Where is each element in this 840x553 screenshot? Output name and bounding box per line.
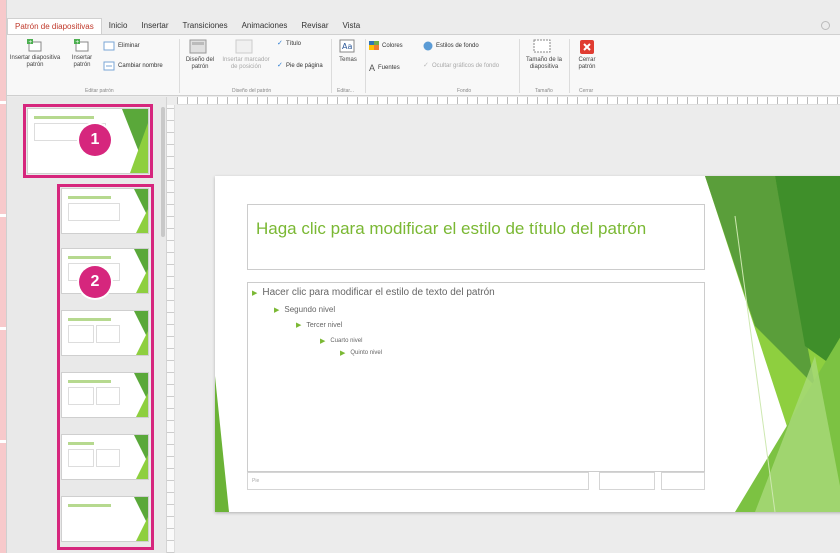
level-4-text: ▶ Cuarto nivel xyxy=(320,338,363,345)
svg-text:Aa: Aa xyxy=(342,42,352,51)
footer-placeholder[interactable]: Pie xyxy=(247,472,589,490)
tab-revisar[interactable]: Revisar xyxy=(294,18,335,34)
close-master-view-label: Cerrar patrón xyxy=(578,57,596,70)
vertical-ruler xyxy=(167,105,175,553)
delete-label: Eliminar xyxy=(118,43,140,49)
ribbon-separator xyxy=(365,39,366,93)
delete-button[interactable]: Eliminar xyxy=(103,41,140,51)
group-label-tamano: Tamaño xyxy=(535,88,553,94)
ribbon-separator xyxy=(331,39,332,93)
colors-icon xyxy=(369,41,379,50)
svg-text:+: + xyxy=(75,39,79,45)
ribbon-separator xyxy=(519,39,520,93)
level-1-text: ▶ Hacer clic para modificar el estilo de … xyxy=(252,287,495,298)
group-label-cerrar: Cerrar xyxy=(579,88,594,94)
delete-icon xyxy=(103,41,115,51)
rename-label: Cambiar nombre xyxy=(118,63,163,69)
insert-layout-icon: + xyxy=(74,39,89,52)
bullet-arrow-icon: ▶ xyxy=(296,322,302,329)
insert-slide-master-button[interactable]: + Insertar diapositiva patrón xyxy=(9,39,61,69)
bullet-arrow-icon: ▶ xyxy=(340,350,346,357)
slide-size-button[interactable]: Tamaño de la diapositiva xyxy=(523,39,565,71)
slide-number-placeholder[interactable] xyxy=(661,472,705,490)
insert-placeholder-button[interactable]: Insertar marcador de posición xyxy=(219,39,273,71)
bullet-arrow-icon: ▶ xyxy=(320,338,326,345)
level-5-text: ▶ Quinto nivel xyxy=(340,350,383,357)
insert-placeholder-label: Insertar marcador de posición xyxy=(222,57,270,70)
close-icon xyxy=(580,40,594,54)
bullet-arrow-icon: ▶ xyxy=(274,306,280,314)
group-label-editar-patron: Editar patrón xyxy=(85,88,114,94)
title-checkbox[interactable]: ✓ Título xyxy=(277,40,302,47)
tab-insertar[interactable]: Insertar xyxy=(134,18,175,34)
master-layout-button[interactable]: Diseño del patrón xyxy=(183,39,217,71)
footer-text: Pie xyxy=(252,478,260,484)
level-3-text: ▶ Tercer nivel xyxy=(296,321,343,330)
title-checkbox-label: Título xyxy=(286,41,302,47)
background-styles-icon xyxy=(423,41,433,51)
insert-layout-label: Insertar patrón xyxy=(71,55,93,68)
slide-size-label: Tamaño de la diapositiva xyxy=(525,57,563,70)
background-styles-label: Estilos de fondo xyxy=(436,43,479,49)
rename-icon xyxy=(103,61,115,71)
ribbon-tabs: Patrón de diapositivas Inicio Insertar T… xyxy=(7,17,840,35)
ribbon: + Insertar diapositiva patrón + Insertar… xyxy=(7,34,840,96)
tab-animaciones[interactable]: Animaciones xyxy=(235,18,295,34)
insert-layout-button[interactable]: + Insertar patrón xyxy=(65,39,99,69)
insert-placeholder-icon xyxy=(235,39,253,54)
insert-slide-master-icon: + xyxy=(27,39,42,52)
tab-transiciones[interactable]: Transiciones xyxy=(176,18,235,34)
slide-master-canvas[interactable]: Haga clic para modificar el estilo de tí… xyxy=(215,176,840,512)
fonts-icon: A xyxy=(369,63,376,73)
horizontal-ruler xyxy=(177,97,840,105)
ribbon-separator xyxy=(179,39,180,93)
body-placeholder[interactable]: ▶ Hacer clic para modificar el estilo de … xyxy=(247,282,705,472)
master-layout-label: Diseño del patrón xyxy=(185,57,215,70)
title-placeholder[interactable]: Haga clic para modificar el estilo de tí… xyxy=(247,204,705,270)
footer-checkbox[interactable]: ✓ Pie de página xyxy=(277,62,323,69)
themes-label: Temas xyxy=(339,57,357,63)
window-options-icon[interactable] xyxy=(821,21,830,30)
slide-size-icon xyxy=(533,39,551,53)
group-label-editar-tema: Editar... xyxy=(337,88,354,94)
checkbox-icon: ✓ xyxy=(423,62,429,69)
callout-badge-1: 1 xyxy=(79,124,111,156)
tab-inicio[interactable]: Inicio xyxy=(102,18,135,34)
rename-button[interactable]: Cambiar nombre xyxy=(103,61,163,71)
hide-background-graphics-label: Ocultar gráficos de fondo xyxy=(432,63,500,69)
close-master-view-button[interactable]: Cerrar patrón xyxy=(573,39,601,71)
insert-slide-master-label: Insertar diapositiva patrón xyxy=(9,55,61,68)
fonts-label: Fuentes xyxy=(378,65,400,71)
themes-icon: Aa xyxy=(339,39,355,53)
ribbon-separator xyxy=(569,39,570,93)
colors-button[interactable]: Colores xyxy=(369,41,403,50)
master-layout-icon xyxy=(189,39,207,54)
themes-button[interactable]: Aa Temas xyxy=(335,39,361,64)
footer-checkbox-label: Pie de página xyxy=(286,63,323,69)
master-title-text: Haga clic para modificar el estilo de tí… xyxy=(256,219,647,238)
powerpoint-window: Patrón de diapositivas Inicio Insertar T… xyxy=(6,0,840,553)
date-placeholder[interactable] xyxy=(599,472,655,490)
tab-vista[interactable]: Vista xyxy=(336,18,368,34)
callout-badge-2: 2 xyxy=(79,266,111,298)
checkmark-icon: ✓ xyxy=(277,40,283,47)
background-styles-button[interactable]: Estilos de fondo xyxy=(423,41,479,51)
fonts-button[interactable]: A Fuentes xyxy=(369,63,400,73)
level-2-text: ▶ Segundo nivel xyxy=(274,305,336,314)
colors-label: Colores xyxy=(382,42,403,49)
group-label-diseno-patron: Diseño del patrón xyxy=(232,88,272,94)
layouts-highlight-frame xyxy=(57,184,154,550)
hide-background-graphics-checkbox[interactable]: ✓ Ocultar gráficos de fondo xyxy=(423,62,500,69)
svg-text:+: + xyxy=(28,39,32,45)
tab-patron-diapositivas[interactable]: Patrón de diapositivas xyxy=(7,17,102,35)
group-label-fondo: Fondo xyxy=(457,88,472,94)
bullet-arrow-icon: ▶ xyxy=(252,289,258,297)
checkmark-icon: ✓ xyxy=(277,62,283,69)
thumbnail-scrollbar[interactable] xyxy=(161,107,165,237)
